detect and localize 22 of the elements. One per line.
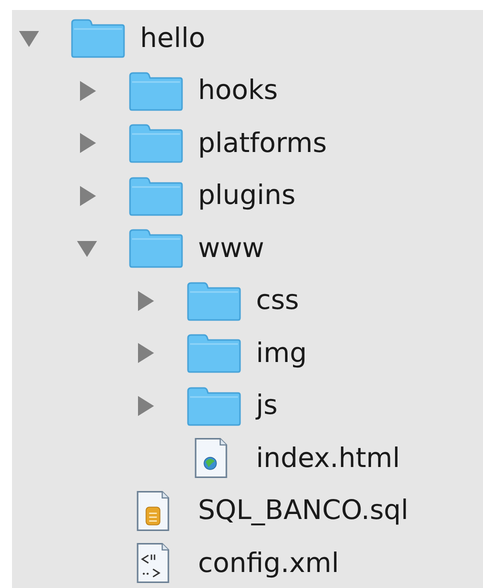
code-file-icon xyxy=(136,543,170,584)
tree-item-label[interactable]: www xyxy=(198,232,264,264)
database-file-icon xyxy=(136,490,170,531)
tree-item-label[interactable]: js xyxy=(256,390,278,422)
folder-icon xyxy=(128,70,184,112)
folder-icon xyxy=(128,174,184,217)
tree-item-label[interactable]: config.xml xyxy=(198,548,339,579)
tree-item-label[interactable]: index.html xyxy=(256,442,400,474)
tree-item-label[interactable]: hello xyxy=(140,22,206,54)
folder-icon xyxy=(186,332,242,374)
folder-icon xyxy=(128,122,184,164)
folder-icon xyxy=(128,227,184,270)
html-file-icon xyxy=(194,438,228,478)
folder-icon xyxy=(186,384,242,427)
tree-item-label[interactable]: plugins xyxy=(198,180,296,212)
folder-icon xyxy=(186,280,242,322)
tree-item-label[interactable]: hooks xyxy=(198,75,278,106)
tree-item-label[interactable]: css xyxy=(256,285,299,316)
tree-item-label[interactable]: platforms xyxy=(198,128,327,159)
tree-item-label[interactable]: SQL_BANCO.sql xyxy=(198,495,408,526)
tree-item-label[interactable]: img xyxy=(256,338,307,369)
folder-icon xyxy=(70,17,126,60)
